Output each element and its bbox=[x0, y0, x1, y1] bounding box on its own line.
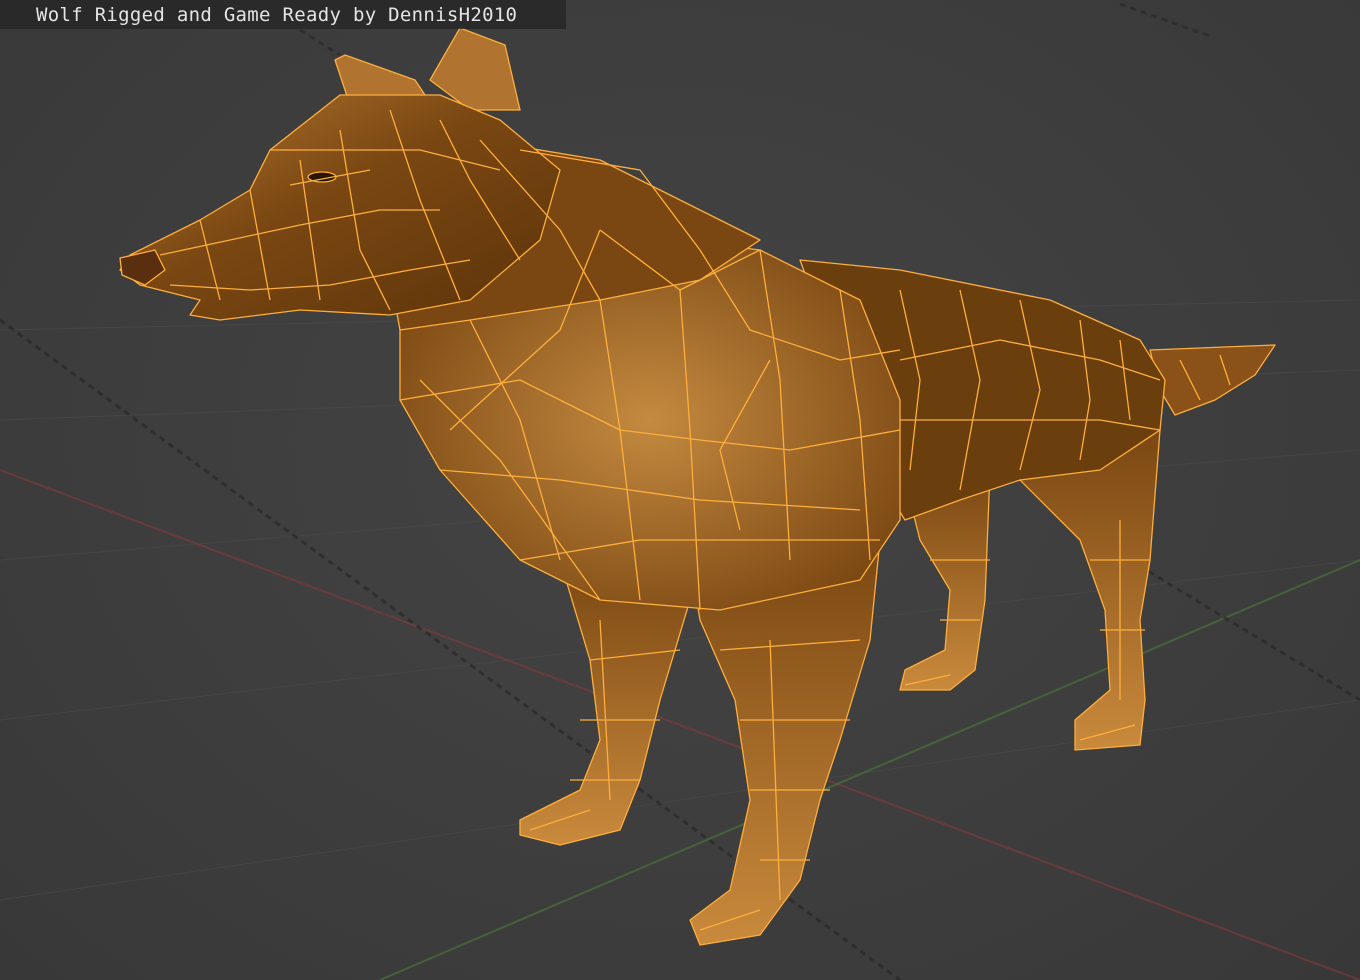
grid-dashed-line-top bbox=[1119, 2, 1211, 38]
3d-viewport[interactable]: Wolf Rigged and Game Ready by DennisH201… bbox=[0, 0, 1360, 980]
viewport-title: Wolf Rigged and Game Ready by DennisH201… bbox=[36, 4, 518, 26]
wolf-mesh-icon[interactable] bbox=[119, 27, 1276, 946]
grid-dashed-line-top-left bbox=[299, 28, 341, 57]
viewport-header: Wolf Rigged and Game Ready by DennisH201… bbox=[0, 0, 566, 29]
viewport-canvas[interactable] bbox=[0, 0, 1360, 980]
grid-dashed-line-right bbox=[1129, 558, 1360, 702]
